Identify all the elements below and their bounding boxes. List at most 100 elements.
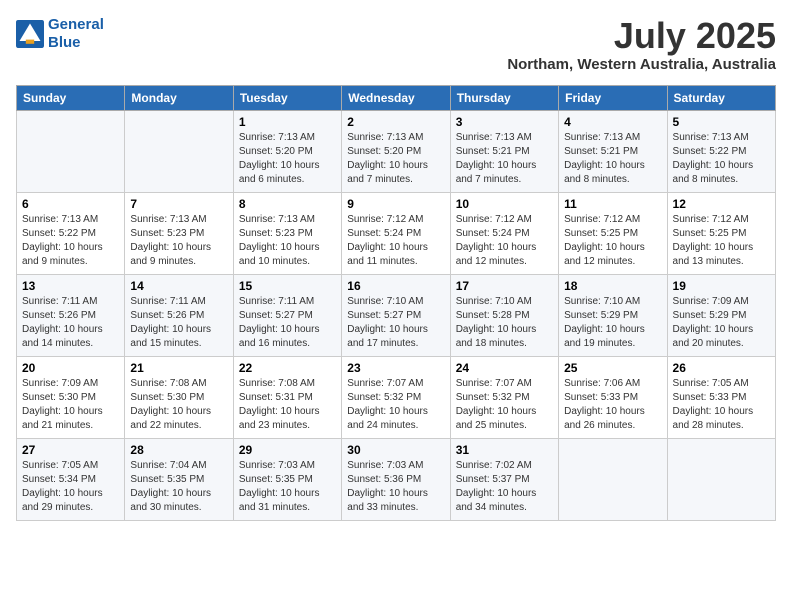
calendar-cell: [17, 110, 125, 192]
day-info: Sunrise: 7:05 AM Sunset: 5:33 PM Dayligh…: [673, 377, 770, 433]
day-info: Sunrise: 7:13 AM Sunset: 5:21 PM Dayligh…: [456, 131, 553, 187]
day-number: 4: [564, 115, 661, 129]
calendar-cell: 12 Sunrise: 7:12 AM Sunset: 5:25 PM Dayli…: [667, 192, 775, 274]
day-info: Sunrise: 7:08 AM Sunset: 5:30 PM Dayligh…: [130, 377, 227, 433]
day-info: Sunrise: 7:09 AM Sunset: 5:30 PM Dayligh…: [22, 377, 119, 433]
day-number: 3: [456, 115, 553, 129]
calendar-week-row: 6 Sunrise: 7:13 AM Sunset: 5:22 PM Daylig…: [17, 192, 776, 274]
calendar-cell: 24 Sunrise: 7:07 AM Sunset: 5:32 PM Dayli…: [450, 356, 558, 438]
calendar-table: SundayMondayTuesdayWednesdayThursdayFrid…: [16, 85, 776, 521]
day-info: Sunrise: 7:13 AM Sunset: 5:20 PM Dayligh…: [347, 131, 444, 187]
day-number: 18: [564, 279, 661, 293]
calendar-cell: [667, 438, 775, 520]
day-info: Sunrise: 7:10 AM Sunset: 5:28 PM Dayligh…: [456, 295, 553, 351]
day-number: 21: [130, 361, 227, 375]
day-info: Sunrise: 7:13 AM Sunset: 5:21 PM Dayligh…: [564, 131, 661, 187]
calendar-cell: 6 Sunrise: 7:13 AM Sunset: 5:22 PM Daylig…: [17, 192, 125, 274]
day-number: 30: [347, 443, 444, 457]
weekday-header: Sunday: [17, 85, 125, 110]
calendar-cell: 25 Sunrise: 7:06 AM Sunset: 5:33 PM Dayli…: [559, 356, 667, 438]
weekday-header-row: SundayMondayTuesdayWednesdayThursdayFrid…: [17, 85, 776, 110]
calendar-cell: 17Sunrise: 7:10 AM Sunset: 5:28 PM Dayli…: [450, 274, 558, 356]
day-number: 31: [456, 443, 553, 457]
calendar-cell: 10Sunrise: 7:12 AM Sunset: 5:24 PM Dayli…: [450, 192, 558, 274]
day-info: Sunrise: 7:13 AM Sunset: 5:22 PM Dayligh…: [22, 213, 119, 269]
location: Northam, Western Australia, Australia: [507, 56, 776, 73]
day-info: Sunrise: 7:08 AM Sunset: 5:31 PM Dayligh…: [239, 377, 336, 433]
calendar-cell: 18Sunrise: 7:10 AM Sunset: 5:29 PM Dayli…: [559, 274, 667, 356]
calendar-week-row: 20 Sunrise: 7:09 AM Sunset: 5:30 PM Dayli…: [17, 356, 776, 438]
day-number: 20: [22, 361, 119, 375]
calendar-cell: 13Sunrise: 7:11 AM Sunset: 5:26 PM Dayli…: [17, 274, 125, 356]
calendar-cell: 27 Sunrise: 7:05 AM Sunset: 5:34 PM Dayli…: [17, 438, 125, 520]
day-info: Sunrise: 7:05 AM Sunset: 5:34 PM Dayligh…: [22, 459, 119, 515]
month-title: July 2025: [507, 16, 776, 56]
day-number: 28: [130, 443, 227, 457]
day-info: Sunrise: 7:13 AM Sunset: 5:20 PM Dayligh…: [239, 131, 336, 187]
calendar-cell: 29Sunrise: 7:03 AM Sunset: 5:35 PM Dayli…: [233, 438, 341, 520]
calendar-cell: 9 Sunrise: 7:12 AM Sunset: 5:24 PM Daylig…: [342, 192, 450, 274]
calendar-cell: 2 Sunrise: 7:13 AM Sunset: 5:20 PM Daylig…: [342, 110, 450, 192]
calendar-cell: 14Sunrise: 7:11 AM Sunset: 5:26 PM Dayli…: [125, 274, 233, 356]
day-number: 19: [673, 279, 770, 293]
calendar-cell: 31 Sunrise: 7:02 AM Sunset: 5:37 PM Dayli…: [450, 438, 558, 520]
day-number: 1: [239, 115, 336, 129]
calendar-cell: 28Sunrise: 7:04 AM Sunset: 5:35 PM Dayli…: [125, 438, 233, 520]
day-info: Sunrise: 7:13 AM Sunset: 5:22 PM Dayligh…: [673, 131, 770, 187]
day-number: 7: [130, 197, 227, 211]
weekday-header: Wednesday: [342, 85, 450, 110]
day-info: Sunrise: 7:06 AM Sunset: 5:33 PM Dayligh…: [564, 377, 661, 433]
calendar-cell: 26 Sunrise: 7:05 AM Sunset: 5:33 PM Dayli…: [667, 356, 775, 438]
weekday-header: Thursday: [450, 85, 558, 110]
weekday-header: Monday: [125, 85, 233, 110]
day-number: 24: [456, 361, 553, 375]
day-number: 12: [673, 197, 770, 211]
day-number: 10: [456, 197, 553, 211]
calendar-cell: 4 Sunrise: 7:13 AM Sunset: 5:21 PM Daylig…: [559, 110, 667, 192]
day-info: Sunrise: 7:11 AM Sunset: 5:26 PM Dayligh…: [22, 295, 119, 351]
logo-line2: Blue: [48, 34, 81, 51]
day-number: 16: [347, 279, 444, 293]
calendar-cell: [125, 110, 233, 192]
day-info: Sunrise: 7:09 AM Sunset: 5:29 PM Dayligh…: [673, 295, 770, 351]
day-info: Sunrise: 7:12 AM Sunset: 5:25 PM Dayligh…: [673, 213, 770, 269]
calendar-cell: 21 Sunrise: 7:08 AM Sunset: 5:30 PM Dayli…: [125, 356, 233, 438]
day-number: 5: [673, 115, 770, 129]
day-number: 6: [22, 197, 119, 211]
logo: General Blue: [16, 16, 104, 52]
calendar-cell: 1 Sunrise: 7:13 AM Sunset: 5:20 PM Daylig…: [233, 110, 341, 192]
logo-text: General Blue: [48, 16, 104, 52]
day-info: Sunrise: 7:11 AM Sunset: 5:27 PM Dayligh…: [239, 295, 336, 351]
calendar-cell: 3 Sunrise: 7:13 AM Sunset: 5:21 PM Daylig…: [450, 110, 558, 192]
day-number: 25: [564, 361, 661, 375]
calendar-cell: 20 Sunrise: 7:09 AM Sunset: 5:30 PM Dayli…: [17, 356, 125, 438]
day-number: 11: [564, 197, 661, 211]
day-info: Sunrise: 7:13 AM Sunset: 5:23 PM Dayligh…: [239, 213, 336, 269]
page-header: General Blue July 2025 Northam, Western …: [16, 16, 776, 73]
calendar-cell: [559, 438, 667, 520]
day-info: Sunrise: 7:12 AM Sunset: 5:24 PM Dayligh…: [347, 213, 444, 269]
calendar-cell: 30 Sunrise: 7:03 AM Sunset: 5:36 PM Dayli…: [342, 438, 450, 520]
day-info: Sunrise: 7:12 AM Sunset: 5:25 PM Dayligh…: [564, 213, 661, 269]
day-info: Sunrise: 7:03 AM Sunset: 5:36 PM Dayligh…: [347, 459, 444, 515]
day-number: 2: [347, 115, 444, 129]
calendar-cell: 19 Sunrise: 7:09 AM Sunset: 5:29 PM Dayli…: [667, 274, 775, 356]
calendar-cell: 22Sunrise: 7:08 AM Sunset: 5:31 PM Dayli…: [233, 356, 341, 438]
calendar-cell: 7Sunrise: 7:13 AM Sunset: 5:23 PM Daylig…: [125, 192, 233, 274]
logo-icon: [16, 20, 44, 48]
calendar-cell: 8 Sunrise: 7:13 AM Sunset: 5:23 PM Daylig…: [233, 192, 341, 274]
day-info: Sunrise: 7:03 AM Sunset: 5:35 PM Dayligh…: [239, 459, 336, 515]
weekday-header: Tuesday: [233, 85, 341, 110]
day-number: 9: [347, 197, 444, 211]
day-number: 26: [673, 361, 770, 375]
calendar-cell: 15 Sunrise: 7:11 AM Sunset: 5:27 PM Dayli…: [233, 274, 341, 356]
day-number: 8: [239, 197, 336, 211]
day-info: Sunrise: 7:07 AM Sunset: 5:32 PM Dayligh…: [347, 377, 444, 433]
title-block: July 2025 Northam, Western Australia, Au…: [507, 16, 776, 73]
day-number: 27: [22, 443, 119, 457]
calendar-week-row: 27 Sunrise: 7:05 AM Sunset: 5:34 PM Dayli…: [17, 438, 776, 520]
day-number: 15: [239, 279, 336, 293]
calendar-week-row: 1 Sunrise: 7:13 AM Sunset: 5:20 PM Daylig…: [17, 110, 776, 192]
day-info: Sunrise: 7:02 AM Sunset: 5:37 PM Dayligh…: [456, 459, 553, 515]
day-info: Sunrise: 7:07 AM Sunset: 5:32 PM Dayligh…: [456, 377, 553, 433]
